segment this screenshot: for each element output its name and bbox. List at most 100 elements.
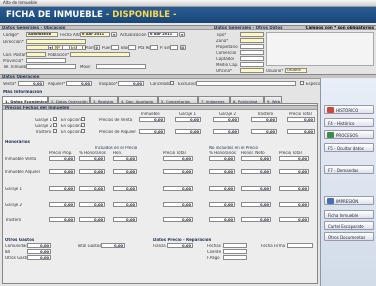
- honorarios-cell[interactable]: 0,00: [49, 217, 75, 222]
- honorarios-cell[interactable]: 0,00: [79, 156, 105, 161]
- honorarios-cell[interactable]: 0,00: [49, 186, 75, 191]
- provincia-field[interactable]: [26, 58, 66, 63]
- tipo-field[interactable]: [240, 32, 264, 37]
- tab-comentarios[interactable]: 5. Comentarios: [158, 96, 198, 103]
- tab-datos-economicos[interactable]: 1. Datos Económicos: [2, 96, 48, 103]
- garaje1-checkbox[interactable]: [53, 117, 57, 121]
- observaciones-box[interactable]: [266, 32, 374, 66]
- procesos-button[interactable]: PROCESOS: [324, 130, 374, 139]
- honorarios-cell[interactable]: 0,00: [79, 186, 105, 191]
- fecha-firma-field[interactable]: [287, 243, 313, 248]
- alquiler-garaje1[interactable]: 0,00: [175, 129, 201, 134]
- honorarios-cell[interactable]: 0,00: [79, 169, 105, 174]
- poblacion-field[interactable]: [70, 52, 130, 57]
- numero-field[interactable]: [62, 45, 70, 50]
- f7-demandas-button[interactable]: F7 - Demandas: [324, 165, 374, 174]
- garaje1-opcion-checkbox[interactable]: [81, 117, 85, 121]
- tab-imagenes[interactable]: 7. Imágenes: [198, 96, 230, 103]
- direccion-type-field[interactable]: [26, 39, 86, 44]
- map-icon[interactable]: ⊞: [180, 45, 186, 50]
- honorarios-cell[interactable]: 0,00: [241, 156, 271, 161]
- tab-web[interactable]: 9. Web: [264, 96, 282, 103]
- bloque-field[interactable]: [128, 45, 136, 50]
- impresion-button[interactable]: IMPRESIÓN: [324, 196, 374, 205]
- pta-res-field[interactable]: [150, 45, 158, 50]
- honorarios-cell[interactable]: 0,00: [209, 156, 235, 161]
- movil-field[interactable]: [96, 64, 146, 69]
- zona-field[interactable]: [240, 38, 264, 43]
- trastero-opcion-checkbox[interactable]: [81, 129, 85, 133]
- telefono-field[interactable]: [26, 64, 76, 69]
- usuario-field[interactable]: Usuario: [285, 68, 307, 73]
- venta-field[interactable]: 0,00: [18, 81, 44, 86]
- honorarios-cell[interactable]: 0,00: [279, 202, 309, 207]
- captador-field[interactable]: [240, 56, 264, 61]
- f5-ocultar-button[interactable]: F5 - Ocultar datos: [324, 143, 374, 152]
- honorarios-cell[interactable]: 0,00: [49, 156, 75, 161]
- honorarios-cell[interactable]: 0,00: [163, 186, 193, 191]
- tab-datos-operacion[interactable]: 2. Datos Operación: [48, 96, 90, 103]
- alquiler-inmueble[interactable]: 0,00: [139, 129, 165, 134]
- cod-postal-field[interactable]: [26, 52, 46, 57]
- honorarios-cell[interactable]: 0,00: [209, 217, 235, 222]
- especial-checkbox[interactable]: [300, 81, 304, 85]
- honorarios-cell[interactable]: 0,00: [279, 186, 309, 191]
- venta-garaje1[interactable]: 0,00: [175, 117, 201, 122]
- alquiler-field[interactable]: 0,00: [66, 81, 92, 86]
- propietario-field[interactable]: [240, 44, 264, 49]
- historico-button[interactable]: HISTÓRICO: [324, 105, 374, 114]
- honorarios-cell[interactable]: 0,00: [209, 169, 235, 174]
- garaje2-checkbox[interactable]: [53, 123, 57, 127]
- honorarios-cell[interactable]: 0,00: [279, 156, 309, 161]
- honorarios-cell[interactable]: 0,00: [113, 169, 137, 174]
- honorarios-cell[interactable]: 0,00: [163, 217, 193, 222]
- cancelado-checkbox[interactable]: [170, 81, 174, 85]
- tab-publicidad[interactable]: 8. Publicidad: [230, 96, 264, 103]
- honorarios-cell[interactable]: 0,00: [113, 156, 137, 161]
- honorarios-cell[interactable]: 0,00: [241, 186, 271, 191]
- actualizacion-field[interactable]: 6 Abr 2011: [148, 32, 178, 37]
- venta-trastero[interactable]: 0,00: [251, 117, 277, 122]
- ficha-inmueble-button[interactable]: Ficha Inmueble: [324, 210, 374, 219]
- codigo-field[interactable]: Automático: [26, 32, 58, 37]
- comunidad-field[interactable]: 0,00: [27, 243, 51, 248]
- venta-garaje2[interactable]: 0,00: [213, 117, 239, 122]
- honorarios-cell[interactable]: 0,00: [113, 202, 137, 207]
- comercial-field[interactable]: [240, 50, 264, 55]
- alquiler-trastero[interactable]: 0,00: [251, 129, 277, 134]
- honorarios-cell[interactable]: 0,00: [113, 217, 137, 222]
- f4-historico-button[interactable]: F4 - Histórico: [324, 118, 374, 127]
- honorarios-cell[interactable]: 0,00: [113, 186, 137, 191]
- cartel-escaparate-button[interactable]: Cartel Escaparate: [324, 221, 374, 230]
- trastero-checkbox[interactable]: [53, 129, 57, 133]
- honorarios-cell[interactable]: 0,00: [163, 202, 193, 207]
- honorarios-cell[interactable]: 0,00: [209, 186, 235, 191]
- exclusiva-field[interactable]: [196, 81, 296, 86]
- medio-field[interactable]: [240, 62, 264, 67]
- fpago-field[interactable]: [223, 255, 247, 260]
- tab-doc-aportada[interactable]: 4. Doc. Aportada: [118, 96, 158, 103]
- honorarios-cell[interactable]: 0,00: [49, 202, 75, 207]
- ibi-field[interactable]: 0,00: [27, 249, 51, 254]
- otros-gastos-field[interactable]: 0,00: [27, 255, 51, 260]
- fechas-field[interactable]: [223, 243, 247, 248]
- honorarios-cell[interactable]: 0,00: [241, 217, 271, 222]
- honorarios-cell[interactable]: 0,00: [49, 169, 75, 174]
- honorarios-cell[interactable]: 0,00: [79, 217, 105, 222]
- tab-registro[interactable]: 3. Registro: [90, 96, 118, 103]
- escalera-field[interactable]: [76, 45, 83, 50]
- honorarios-cell[interactable]: 0,00: [279, 169, 309, 174]
- planta-field[interactable]: 0: [94, 45, 100, 50]
- puerta-field[interactable]: [111, 45, 119, 50]
- honorarios-cell[interactable]: 0,00: [163, 156, 193, 161]
- honorarios-cell[interactable]: 0,00: [79, 202, 105, 207]
- honorarios-cell[interactable]: 0,00: [241, 202, 271, 207]
- dropdown-button[interactable]: ▾: [48, 45, 53, 50]
- venta-inmueble[interactable]: 0,00: [139, 117, 165, 122]
- traspaso-field[interactable]: 0,00: [118, 81, 144, 86]
- calendar-icon[interactable]: ▾: [111, 32, 117, 37]
- garaje2-opcion-checkbox[interactable]: [81, 123, 85, 127]
- honorarios-cell[interactable]: 0,00: [209, 202, 235, 207]
- honorarios-cell[interactable]: 0,00: [163, 169, 193, 174]
- honorarios-cell[interactable]: 0,00: [241, 169, 271, 174]
